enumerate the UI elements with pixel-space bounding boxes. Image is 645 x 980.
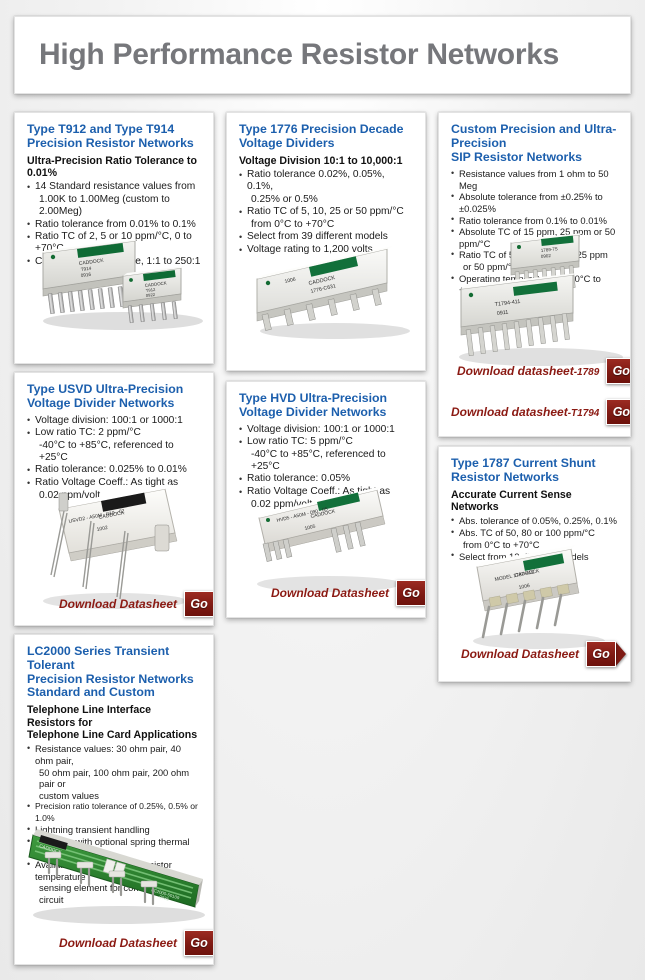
list-item: Ratio tolerance from 0.01% to 0.1% — [27, 218, 201, 231]
download-row-1787[interactable]: Download Datasheet Go — [461, 641, 627, 667]
card-title-custom-sip: Custom Precision and Ultra-Precision SIP… — [451, 122, 617, 164]
list-item: Low ratio TC: 2 ppm/°C — [27, 427, 201, 439]
card-subtitle-lc2000: Telephone Line Interface Resistors for T… — [27, 704, 198, 741]
go-button-label: Go — [190, 936, 208, 950]
download-datasheet-label[interactable]: Download Datasheet — [461, 647, 579, 661]
go-arrow-tip — [213, 591, 214, 617]
list-item: from 0°C to +70°C — [251, 218, 335, 230]
list-item: Ratio tolerance: 0.05% — [239, 473, 413, 485]
card-subtitle-t912-t914: Ultra-Precision Ratio Tolerance to 0.01% — [27, 154, 197, 179]
go-button-label: Go — [612, 364, 630, 378]
product-photo-1787: CADDOCK MODEL 1787-412 1006 — [461, 543, 621, 653]
card-title-1776: Type 1776 Precision Decade Voltage Divid… — [239, 122, 404, 150]
list-item: Absolute tolerance from ±0.25% to ±0.025… — [451, 191, 618, 214]
go-button-t1794[interactable]: Go — [606, 399, 631, 425]
list-item: Select from 39 different models — [239, 231, 413, 243]
product-photo-custom-sip: 1789-7S 0902 T1794-411 0911 — [449, 231, 629, 371]
list-item: Abs. TC of 50, 80 or 100 ppm/°C — [451, 527, 618, 539]
download-row-lc2000[interactable]: Download Datasheet Go — [59, 930, 214, 956]
card-subtitle-1776: Voltage Division 10:1 to 10,000:1 — [239, 154, 403, 167]
go-button[interactable]: Go — [184, 591, 214, 617]
card-hvd[interactable]: Type HVD Ultra-Precision Voltage Divider… — [226, 381, 426, 618]
list-item: Ratio tolerance 0.02%, 0.05%, 0.1%, — [239, 168, 413, 193]
card-custom-sip[interactable]: Custom Precision and Ultra-Precision SIP… — [438, 112, 631, 437]
list-item: Low ratio TC: 5 ppm/°C — [239, 436, 413, 448]
card-usvd[interactable]: Type USVD Ultra-Precision Voltage Divide… — [14, 372, 214, 626]
list-item: -40°C to +85°C, referenced to +25°C — [251, 448, 386, 472]
download-row-t1794[interactable]: Download datasheet-T1794 Go — [451, 399, 631, 425]
card-title-t912-t914: Type T912 and Type T914 Precision Resist… — [27, 122, 194, 150]
card-lc2000[interactable]: LC2000 Series Transient Tolerant Precisi… — [14, 634, 214, 965]
list-item: Voltage division: 100:1 or 1000:1 — [27, 414, 201, 427]
go-button-label: Go — [592, 647, 610, 661]
list-item: Abs. tolerance of 0.05%, 0.25%, 0.1% — [451, 515, 618, 527]
download-row-1789[interactable]: Download datasheet-1789 Go — [457, 358, 630, 384]
card-title-1787: Type 1787 Current Shunt Resistor Network… — [451, 456, 596, 484]
download-row-usvd[interactable]: Download Datasheet Go — [59, 591, 214, 617]
page-background: High Performance Resistor Networks Type … — [0, 0, 645, 980]
card-1787[interactable]: Type 1787 Current Shunt Resistor Network… — [438, 446, 631, 682]
page-header-card: High Performance Resistor Networks — [14, 16, 631, 94]
product-photo-1776: CADDOCK 1776-C631 1006 — [247, 243, 417, 343]
go-arrow-tip — [425, 580, 426, 606]
list-item: 50 ohm pair, 100 ohm pair, 200 ohm pair … — [39, 766, 190, 789]
download-datasheet-label[interactable]: Download Datasheet — [59, 936, 177, 950]
go-button-label: Go — [612, 405, 631, 419]
go-button[interactable]: Go — [396, 580, 426, 606]
list-item: Resistance values: 30 ohm pair, 40 ohm p… — [27, 743, 201, 766]
download-datasheet-label[interactable]: Download Datasheet — [271, 586, 389, 600]
list-item: -40°C to +85°C, referenced to +25°C — [39, 439, 174, 463]
card-title-usvd: Type USVD Ultra-Precision Voltage Divide… — [27, 382, 184, 410]
product-photo-lc2000: CADDOCK LC2000-50109 0936 — [23, 811, 213, 931]
download-datasheet-label-1789[interactable]: Download datasheet-1789 — [457, 364, 599, 378]
download-row-hvd[interactable]: Download Datasheet Go — [271, 580, 426, 606]
card-1776[interactable]: Type 1776 Precision Decade Voltage Divid… — [226, 112, 426, 371]
list-item: 1.00K to 1.00Meg (custom to 2.00Meg) — [39, 194, 170, 218]
go-button[interactable]: Go — [586, 641, 627, 667]
product-photo-t912-t914: CADDOCK T914 0916 CADDOCK T912 0922 — [31, 239, 209, 334]
list-item: Ratio tolerance: 0.025% to 0.01% — [27, 464, 201, 476]
go-button-1789[interactable]: Go — [606, 358, 630, 384]
list-item: Ratio TC of 5, 10, 25 or 50 ppm/°C — [239, 206, 413, 218]
go-button[interactable]: Go — [184, 930, 214, 956]
page-title: High Performance Resistor Networks — [39, 38, 559, 71]
list-item: custom values — [39, 789, 99, 801]
download-datasheet-label-t1794[interactable]: Download datasheet-T1794 — [451, 405, 599, 419]
go-button-label: Go — [190, 597, 208, 611]
card-subtitle-1787: Accurate Current Sense Networks — [451, 488, 572, 513]
go-arrow-tip — [615, 641, 627, 667]
list-item: 0.25% or 0.5% — [251, 193, 318, 205]
list-item: Voltage division: 100:1 or 1000:1 — [239, 423, 413, 436]
go-button-label: Go — [402, 586, 420, 600]
go-arrow-tip — [213, 930, 214, 956]
card-t912-t914[interactable]: Type T912 and Type T914 Precision Resist… — [14, 112, 214, 364]
list-item: Ratio tolerance from 0.1% to 0.01% — [451, 214, 618, 226]
card-title-hvd: Type HVD Ultra-Precision Voltage Divider… — [239, 391, 388, 419]
download-datasheet-label[interactable]: Download Datasheet — [59, 597, 177, 611]
list-item: 14 Standard resistance values from — [27, 181, 201, 193]
list-item: Resistance values from 1 ohm to 50 Meg — [451, 168, 618, 191]
card-title-lc2000: LC2000 Series Transient Tolerant Precisi… — [27, 644, 194, 700]
